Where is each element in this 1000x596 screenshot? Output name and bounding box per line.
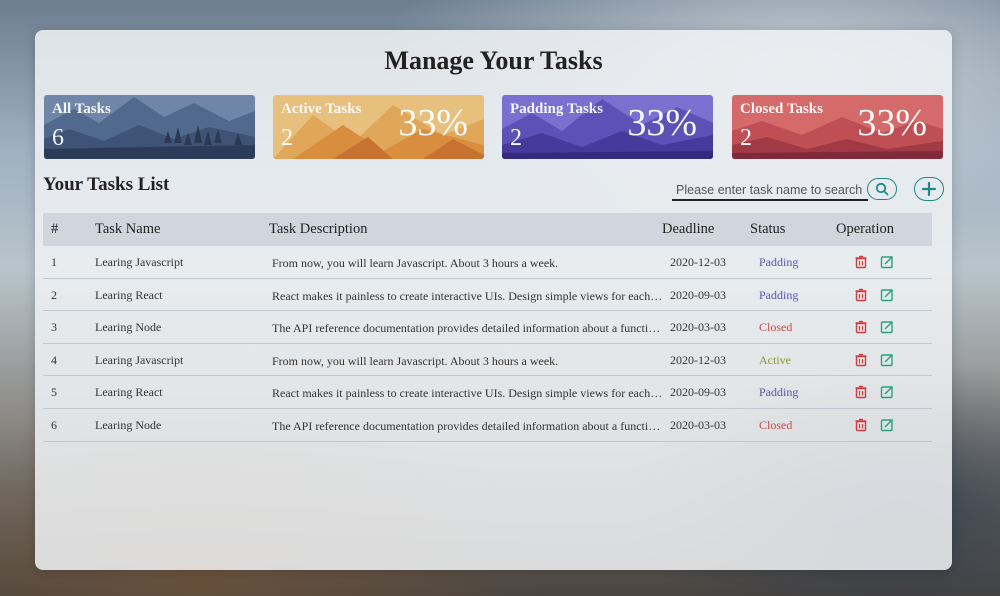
row-number: 4 — [51, 352, 57, 367]
task-description: React makes it painless to create intera… — [272, 386, 665, 401]
status-badge: Padding — [759, 255, 799, 269]
card-count: 2 — [510, 125, 522, 151]
tasks-table: # Task Name Task Description Deadline St… — [43, 213, 932, 442]
card-label: Padding Tasks — [510, 101, 603, 117]
edit-icon[interactable] — [880, 320, 894, 334]
row-number: 1 — [51, 255, 57, 269]
header-num: # — [51, 221, 59, 237]
table-row: 1 Learing Javascript From now, you will … — [43, 246, 932, 279]
search-field — [672, 180, 868, 201]
page-title: Manage Your Tasks — [384, 46, 603, 75]
add-task-button[interactable] — [914, 177, 944, 201]
task-deadline: 2020-12-03 — [670, 255, 726, 269]
task-name: Learing Javascript — [95, 255, 184, 269]
task-deadline: 2020-03-03 — [670, 417, 726, 432]
card-percent: 33% — [398, 102, 468, 144]
row-number: 5 — [51, 385, 57, 400]
status-badge: Closed — [759, 320, 793, 335]
table-body: 1 Learing Javascript From now, you will … — [43, 246, 932, 442]
card-count: 2 — [740, 125, 752, 151]
row-operations — [854, 288, 894, 302]
search-input[interactable] — [672, 180, 868, 199]
row-operations — [854, 418, 894, 432]
status-badge: Active — [759, 352, 791, 367]
task-deadline: 2020-03-03 — [670, 320, 726, 335]
plus-icon — [921, 181, 937, 197]
task-deadline: 2020-09-03 — [670, 385, 726, 400]
card-label: Closed Tasks — [740, 101, 823, 117]
trash-icon[interactable] — [854, 418, 868, 432]
card-active-tasks[interactable]: Active Tasks 2 33% — [273, 95, 484, 159]
task-name: Learing Node — [95, 417, 162, 432]
card-closed-tasks[interactable]: Closed Tasks 2 33% — [732, 95, 943, 159]
task-name: Learing React — [95, 385, 163, 400]
edit-icon[interactable] — [880, 385, 894, 399]
edit-icon[interactable] — [880, 353, 894, 367]
task-name: Learing React — [95, 287, 163, 302]
task-name: Learing Javascript — [95, 352, 184, 367]
trash-icon[interactable] — [854, 385, 868, 399]
status-badge: Closed — [759, 417, 793, 432]
task-panel: Manage Your Tasks All Tasks 6 Active Tas… — [35, 30, 952, 570]
row-number: 2 — [51, 287, 57, 302]
card-label: All Tasks — [52, 101, 111, 117]
edit-icon[interactable] — [880, 255, 894, 269]
card-percent: 33% — [857, 102, 927, 144]
card-count: 6 — [52, 125, 64, 151]
trash-icon[interactable] — [854, 288, 868, 302]
table-row: 6 Learing Node The API reference documen… — [43, 409, 932, 442]
task-name: Learing Node — [95, 320, 162, 335]
table-row: 3 Learing Node The API reference documen… — [43, 311, 932, 344]
list-title: Your Tasks List — [43, 174, 170, 195]
summary-cards: All Tasks 6 Active Tasks 2 33% Padding T… — [44, 95, 944, 159]
row-operations — [854, 320, 894, 334]
trash-icon[interactable] — [854, 320, 868, 334]
search-icon — [875, 182, 889, 196]
header-deadline: Deadline — [662, 221, 715, 237]
status-badge: Padding — [759, 385, 799, 400]
task-description: React makes it painless to create intera… — [272, 288, 665, 303]
task-description: The API reference documentation provides… — [272, 321, 665, 336]
edit-icon[interactable] — [880, 418, 894, 432]
header-task-name: Task Name — [95, 221, 161, 237]
row-operations — [854, 385, 894, 399]
edit-icon[interactable] — [880, 288, 894, 302]
task-deadline: 2020-09-03 — [670, 287, 726, 302]
search-button[interactable] — [867, 178, 897, 200]
table-header: # Task Name Task Description Deadline St… — [43, 213, 932, 246]
header-status: Status — [750, 221, 786, 237]
status-badge: Padding — [759, 287, 799, 302]
header-task-description: Task Description — [269, 221, 368, 237]
task-deadline: 2020-12-03 — [670, 352, 726, 367]
card-all-tasks[interactable]: All Tasks 6 — [44, 95, 255, 159]
card-padding-tasks[interactable]: Padding Tasks 2 33% — [502, 95, 713, 159]
trash-icon[interactable] — [854, 353, 868, 367]
task-description: From now, you will learn Javascript. Abo… — [272, 353, 559, 368]
row-operations — [854, 353, 894, 367]
task-description: The API reference documentation provides… — [272, 418, 665, 433]
row-operations — [854, 255, 894, 269]
table-row: 4 Learing Javascript From now, you will … — [43, 344, 932, 377]
row-number: 3 — [51, 320, 57, 335]
row-number: 6 — [51, 417, 57, 432]
card-count: 2 — [281, 125, 293, 151]
header-operation: Operation — [836, 221, 894, 237]
task-description: From now, you will learn Javascript. Abo… — [272, 256, 559, 270]
table-row: 5 Learing React React makes it painless … — [43, 376, 932, 409]
trash-icon[interactable] — [854, 255, 868, 269]
card-label: Active Tasks — [281, 101, 362, 117]
card-percent: 33% — [627, 102, 697, 144]
table-row: 2 Learing React React makes it painless … — [43, 279, 932, 312]
